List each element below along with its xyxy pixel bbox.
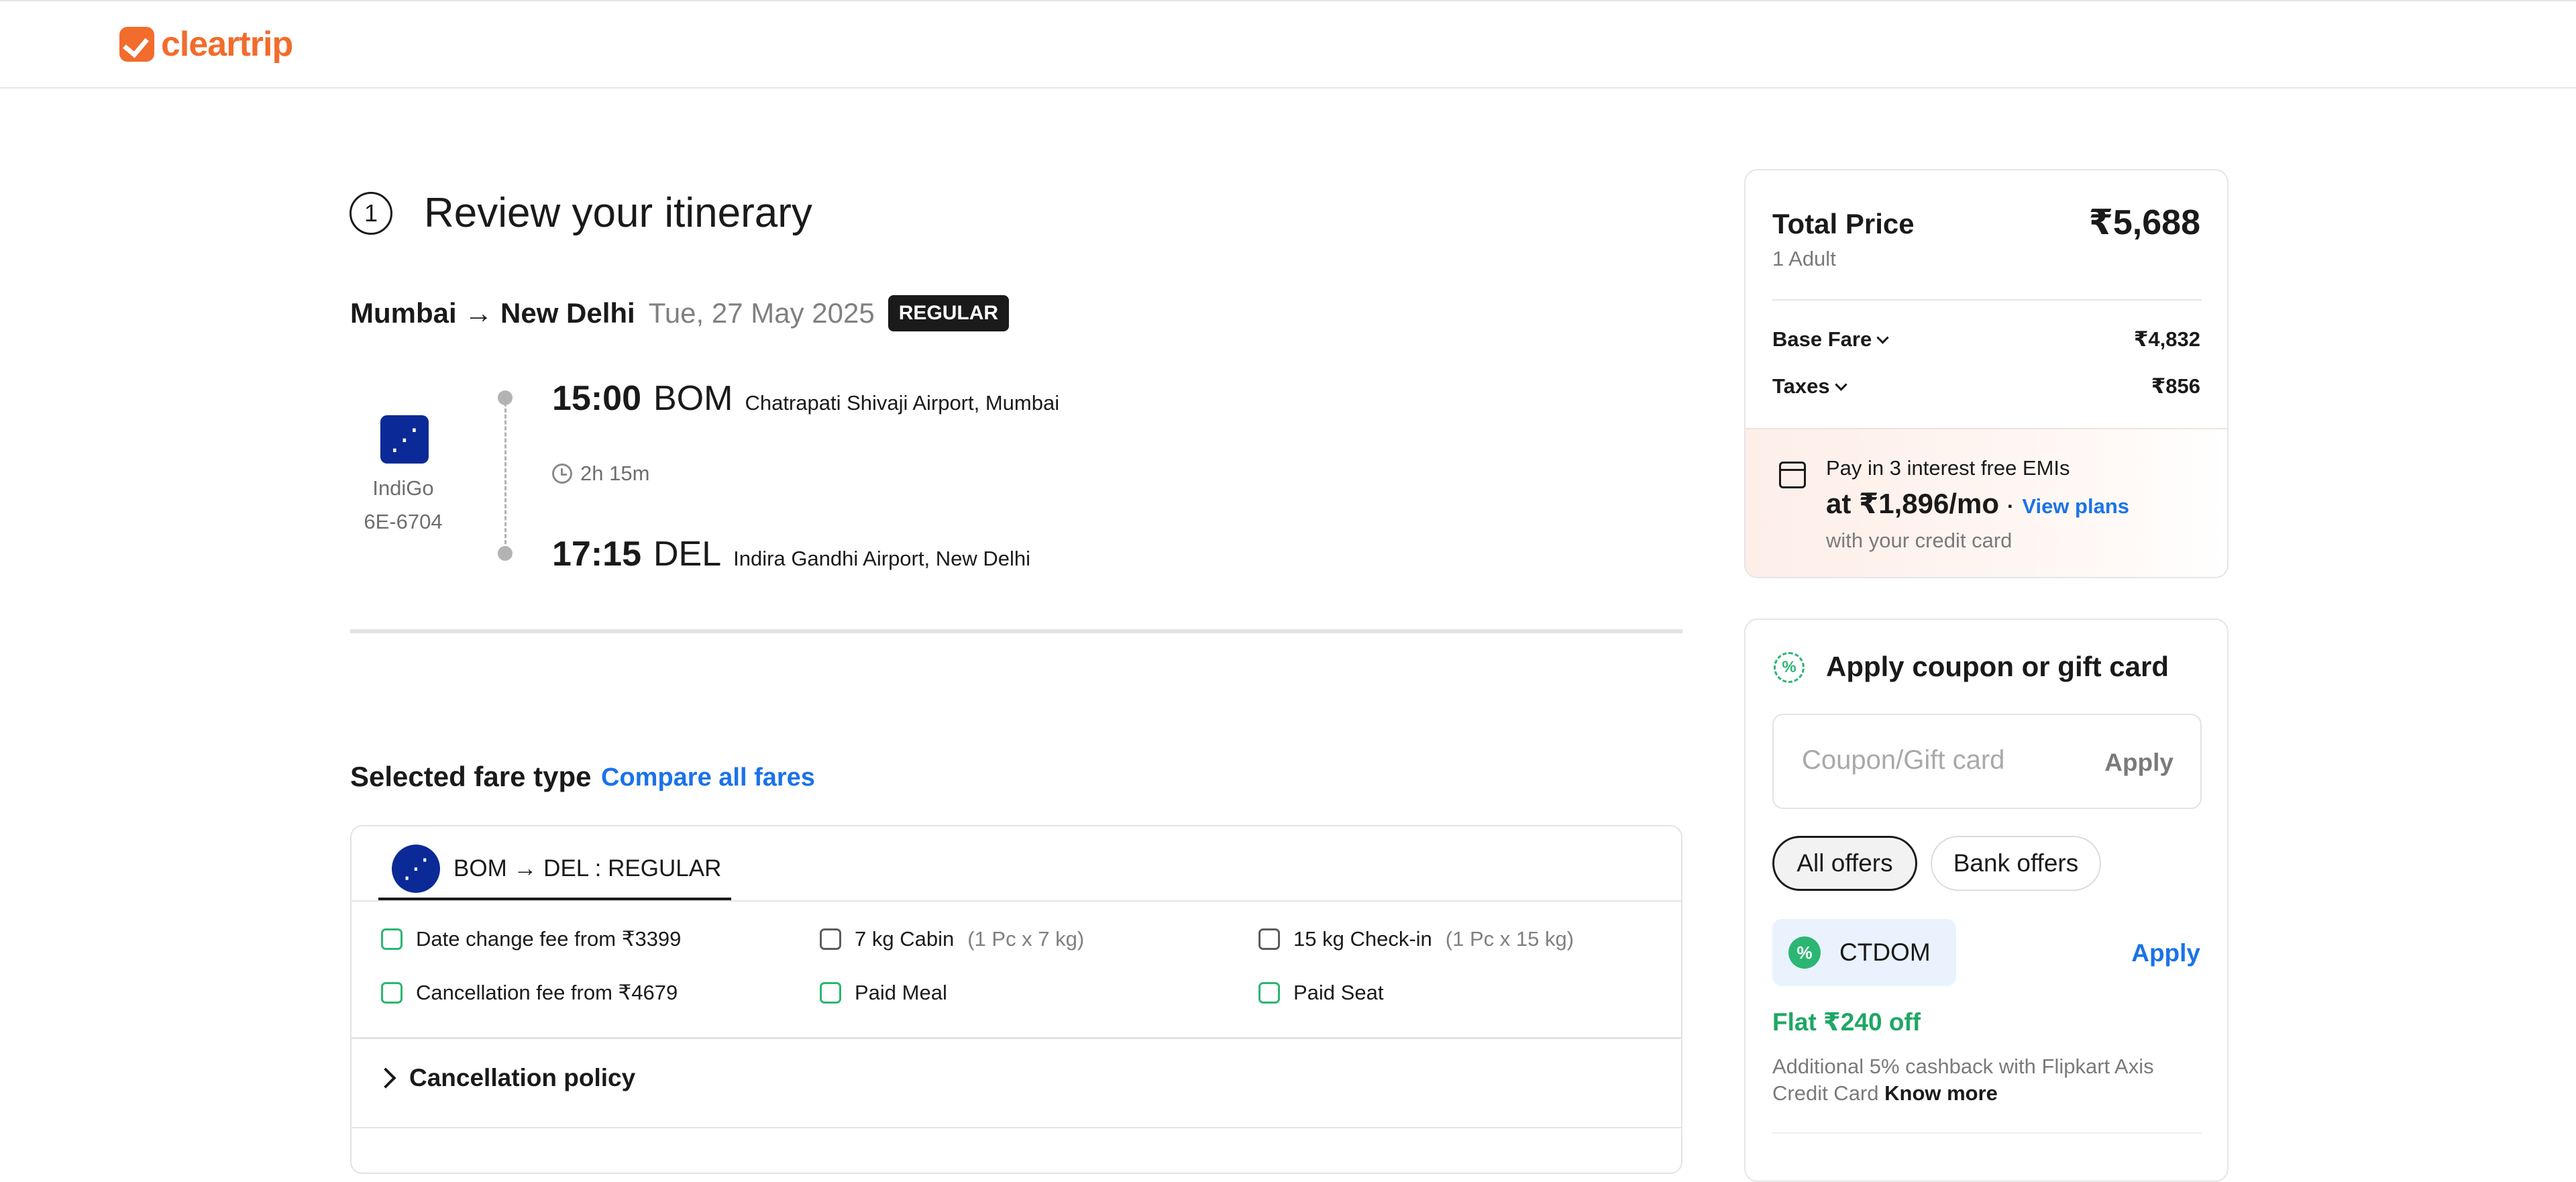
chevron-down-icon bbox=[1834, 378, 1847, 391]
feature-text: Paid Seat bbox=[1293, 981, 1384, 1004]
coupon-input[interactable] bbox=[1801, 745, 2085, 776]
travel-date: Tue, 27 May 2025 bbox=[648, 297, 875, 329]
fare-card: ⋰ BOM → DEL : REGULAR Date change fee fr… bbox=[350, 825, 1682, 1174]
view-plans-link[interactable]: View plans bbox=[2022, 494, 2129, 519]
offer-title: Flat ₹240 off bbox=[1772, 1008, 1921, 1036]
emi-headline: Pay in 3 interest free EMIs bbox=[1826, 456, 2070, 480]
taxes-label: Taxes bbox=[1772, 374, 1830, 398]
selected-fare-title: Selected fare type bbox=[350, 761, 592, 792]
departure-time: 15:00 bbox=[552, 379, 641, 418]
offer-divider bbox=[1772, 1132, 2202, 1134]
indigo-logo-icon: ⋰ bbox=[380, 415, 429, 464]
emi-amount-row: at ₹1,896/mo · View plans bbox=[1826, 487, 2129, 520]
fare-divider bbox=[352, 900, 1681, 902]
indigo-logo-icon: ⋰ bbox=[392, 845, 440, 893]
feature-detail: (1 Pc x 7 kg) bbox=[967, 927, 1085, 951]
step-number: 1 bbox=[350, 192, 392, 235]
fare-badge: REGULAR bbox=[888, 295, 1010, 331]
departure-row: 15:00 BOM Chatrapati Shivaji Airport, Mu… bbox=[552, 378, 1059, 419]
base-fare-toggle[interactable]: Base Fare bbox=[1772, 327, 1889, 352]
emi-amount: at ₹1,896/mo bbox=[1826, 488, 2000, 519]
discount-icon: % bbox=[1774, 652, 1805, 683]
cancellation-policy-label: Cancellation policy bbox=[409, 1064, 636, 1091]
taxes-toggle[interactable]: Taxes bbox=[1772, 374, 1847, 398]
logo-text: cleartrip bbox=[161, 25, 293, 64]
flight-duration: 2h 15m bbox=[552, 462, 649, 486]
timeline-dash bbox=[504, 402, 506, 550]
calendar-cancel-icon bbox=[381, 982, 402, 1004]
base-fare-value: ₹4,832 bbox=[2133, 327, 2200, 351]
departure-code: BOM bbox=[653, 379, 733, 418]
feature-text: Cancellation fee from ₹4679 bbox=[416, 981, 678, 1004]
feature-detail: (1 Pc x 15 kg) bbox=[1445, 927, 1574, 951]
compare-fares-link[interactable]: Compare all fares bbox=[601, 763, 815, 792]
page-title: Review your itinerary bbox=[424, 190, 812, 236]
offer-badge-icon: % bbox=[1788, 936, 1821, 969]
coupon-apply-button[interactable]: Apply bbox=[2104, 749, 2174, 777]
calendar-rupee-icon bbox=[1779, 462, 1806, 488]
chevron-right-icon bbox=[375, 1067, 396, 1089]
airline-name: IndiGo bbox=[372, 476, 434, 500]
features-divider bbox=[352, 1037, 1681, 1039]
chevron-down-icon bbox=[1876, 331, 1889, 344]
offer-description: Additional 5% cashback with Flipkart Axi… bbox=[1772, 1053, 2202, 1107]
offer-code: CTDOM bbox=[1839, 938, 1931, 966]
emi-subtext: with your credit card bbox=[1826, 529, 2012, 552]
meal-icon bbox=[820, 982, 841, 1004]
emi-banner: Pay in 3 interest free EMIs at ₹1,896/mo… bbox=[1746, 428, 2227, 577]
taxes-value: ₹856 bbox=[2151, 374, 2200, 398]
traveller-count: 1 Adult bbox=[1772, 247, 1836, 270]
fare-tab-label: BOM → DEL : REGULAR bbox=[453, 855, 722, 881]
arrival-code: DEL bbox=[653, 535, 722, 574]
arrival-airport: Indira Gandhi Airport, New Delhi bbox=[733, 547, 1030, 570]
route-text: Mumbai → New Delhi bbox=[350, 297, 635, 329]
price-divider bbox=[1772, 299, 2202, 301]
tab-all-offers[interactable]: All offers bbox=[1772, 836, 1917, 891]
date-change-fee: Date change fee from ₹3399 bbox=[381, 927, 681, 951]
cleartrip-logo[interactable]: cleartrip bbox=[119, 24, 293, 64]
total-price-label: Total Price bbox=[1772, 208, 1915, 239]
cabin-bag-icon bbox=[820, 928, 841, 950]
checkin-bag-icon bbox=[1258, 928, 1280, 950]
price-summary-card: Total Price ₹5,688 1 Adult Base Fare ₹4,… bbox=[1744, 169, 2229, 578]
feature-text: 7 kg Cabin bbox=[855, 927, 955, 951]
cabin-baggage: 7 kg Cabin (1 Pc x 7 kg) bbox=[820, 927, 1084, 951]
seat-info: Paid Seat bbox=[1258, 981, 1383, 1005]
offer-apply-button[interactable]: Apply bbox=[2131, 939, 2200, 967]
cancellation-policy-toggle[interactable]: Cancellation policy bbox=[375, 1064, 636, 1092]
arrival-dot bbox=[498, 546, 513, 561]
emi-dot: · bbox=[2007, 494, 2015, 518]
total-price-value: ₹5,688 bbox=[2088, 203, 2200, 242]
arrival-time: 17:15 bbox=[552, 535, 641, 574]
top-bar bbox=[0, 0, 2576, 89]
departure-airport: Chatrapati Shivaji Airport, Mumbai bbox=[745, 391, 1060, 415]
feature-text: Date change fee from ₹3399 bbox=[416, 927, 682, 951]
logo-check-icon bbox=[119, 27, 154, 62]
clock-icon bbox=[552, 464, 572, 484]
seat-icon bbox=[1258, 982, 1280, 1004]
flight-number: 6E-6704 bbox=[364, 510, 443, 533]
know-more-link[interactable]: Know more bbox=[1884, 1081, 1998, 1105]
calendar-change-icon bbox=[381, 928, 402, 950]
base-fare-label: Base Fare bbox=[1772, 327, 1872, 351]
arrival-row: 17:15 DEL Indira Gandhi Airport, New Del… bbox=[552, 534, 1030, 574]
cancellation-fee: Cancellation fee from ₹4679 bbox=[381, 981, 678, 1005]
section-divider bbox=[350, 629, 1682, 633]
offer-code-chip: % CTDOM bbox=[1772, 919, 1956, 986]
trip-summary: Mumbai → New Delhi Tue, 27 May 2025 REGU… bbox=[350, 295, 1010, 331]
duration-text: 2h 15m bbox=[580, 462, 650, 485]
coupon-input-wrapper: Apply bbox=[1772, 714, 2202, 809]
feature-text: Paid Meal bbox=[855, 981, 947, 1004]
fare-tab[interactable]: ⋰ BOM → DEL : REGULAR bbox=[378, 840, 735, 898]
meal-info: Paid Meal bbox=[820, 981, 947, 1005]
coupon-card: % Apply coupon or gift card Apply All of… bbox=[1744, 619, 2229, 1182]
feature-text: 15 kg Check-in bbox=[1293, 927, 1432, 951]
tab-bank-offers[interactable]: Bank offers bbox=[1931, 836, 2101, 891]
policy-divider bbox=[352, 1127, 1681, 1128]
coupon-title: Apply coupon or gift card bbox=[1826, 651, 2169, 682]
checkin-baggage: 15 kg Check-in (1 Pc x 15 kg) bbox=[1258, 927, 1574, 951]
